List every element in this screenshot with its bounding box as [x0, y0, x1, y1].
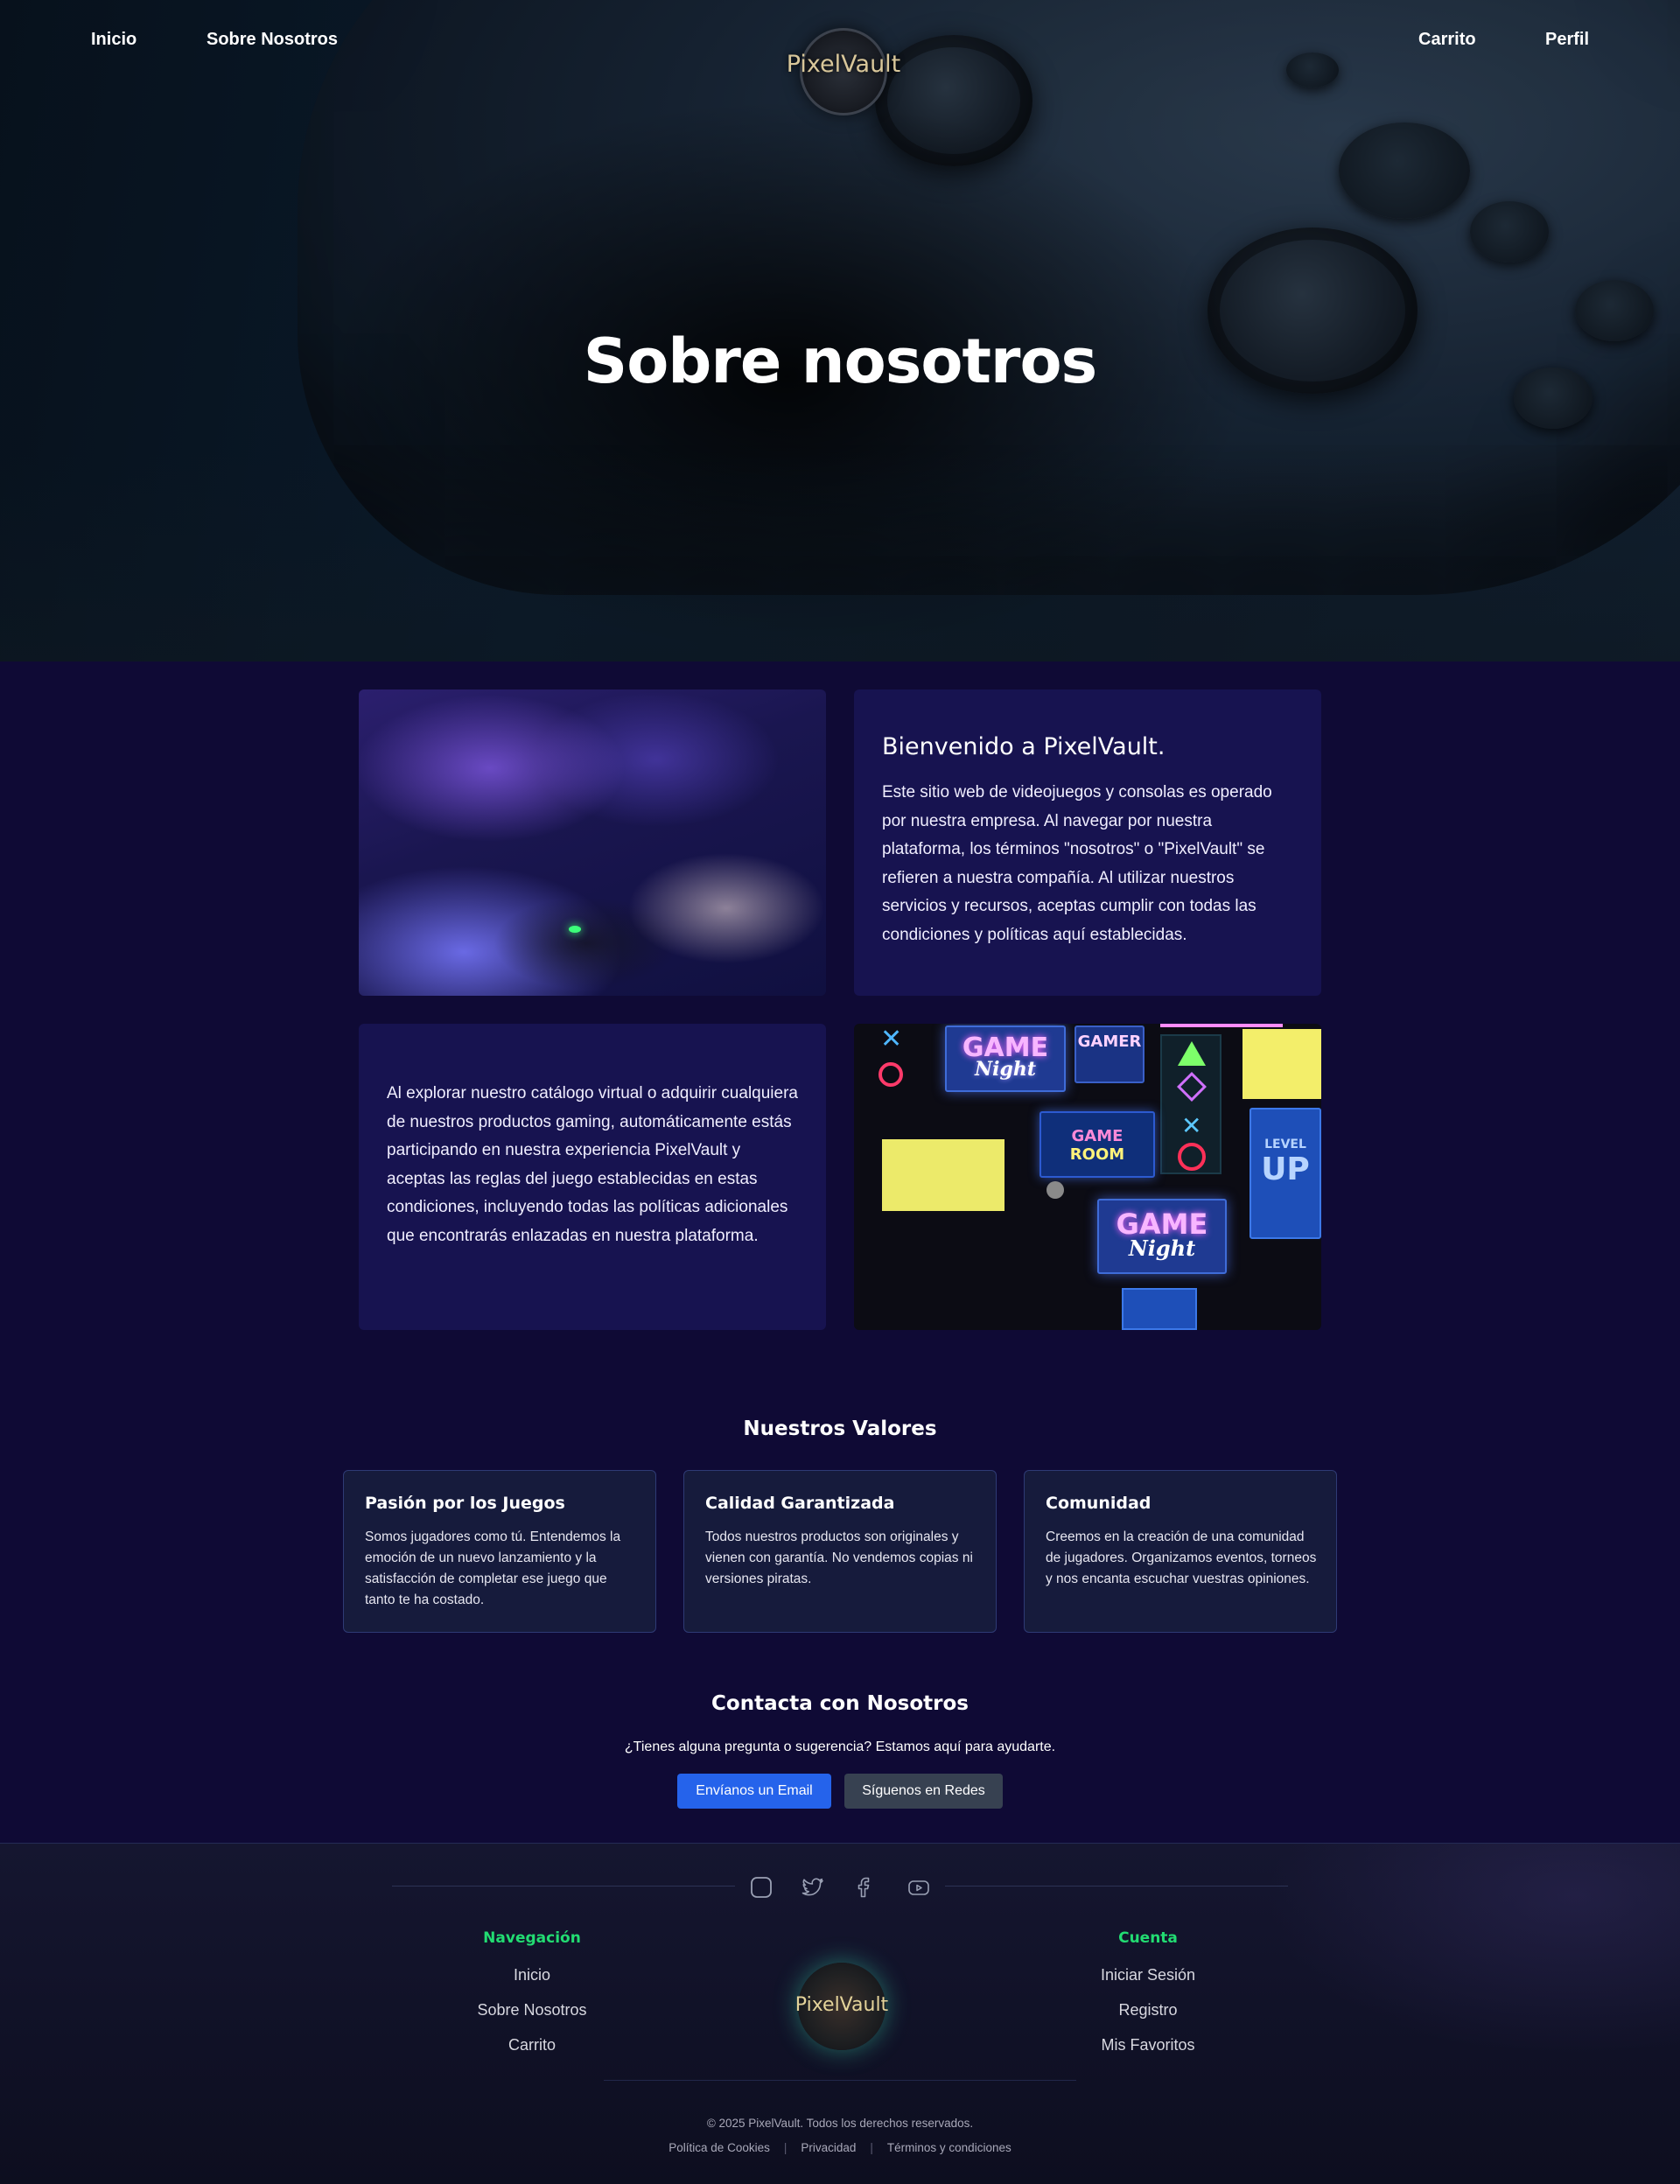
value-card-text: Somos jugadores como tú. Entendemos la e… [365, 1530, 621, 1607]
footer-link-favoritos[interactable]: Mis Favoritos [1017, 2036, 1279, 2054]
catalog-panel: Al explorar nuestro catálogo virtual o a… [359, 1024, 826, 1330]
welcome-text: Este sitio web de videojuegos y consolas… [882, 783, 1272, 944]
value-card-title: Comunidad [1046, 1494, 1152, 1513]
footer-logo[interactable]: PixelVault [788, 1952, 896, 2061]
nav-perfil[interactable]: Perfil [1545, 30, 1589, 50]
footer-link-carrito[interactable]: Carrito [401, 2036, 663, 2054]
hero-banner: Inicio Sobre Nosotros Carrito Perfil Pix… [0, 0, 1680, 662]
footer-link-registro[interactable]: Registro [1017, 2001, 1279, 2020]
neon-column: ✕ [1160, 1034, 1222, 1174]
footer-link-inicio[interactable]: Inicio [401, 1966, 663, 1984]
value-card-quality: Calidad Garantizada Todos nuestros produ… [683, 1470, 997, 1633]
logo-text: PixelVault [786, 51, 901, 78]
twitter-icon[interactable] [801, 1875, 825, 1900]
youtube-icon[interactable] [906, 1875, 931, 1900]
square-neon-icon [1177, 1072, 1207, 1102]
cookies-link[interactable]: Política de Cookies [668, 2141, 770, 2154]
value-card-title: Calidad Garantizada [705, 1494, 895, 1513]
circle-neon-icon [1178, 1143, 1206, 1171]
value-card-title: Pasión por los Juegos [365, 1494, 565, 1513]
nav-carrito[interactable]: Carrito [1418, 30, 1476, 50]
social-button[interactable]: Síguenos en Redes [844, 1774, 1003, 1809]
neon-sign: GAME Night [1097, 1199, 1227, 1274]
welcome-panel: Bienvenido a PixelVault. Este sitio web … [854, 690, 1321, 996]
footer-link-sobre-nosotros[interactable]: Sobre Nosotros [401, 2001, 663, 2020]
catalog-text: Al explorar nuestro catálogo virtual o a… [387, 1084, 798, 1245]
site-footer: Navegación Inicio Sobre Nosotros Carrito… [0, 1843, 1680, 2184]
neon-sign: GAMER [1074, 1026, 1144, 1083]
facebook-icon[interactable] [853, 1875, 878, 1900]
cross-neon-icon: ✕ [1181, 1111, 1202, 1140]
email-button[interactable]: Envíanos un Email [677, 1774, 831, 1809]
value-card-text: Creemos en la creación de una comunidad … [1046, 1530, 1317, 1586]
footer-account-title: Cuenta [1118, 1929, 1178, 1947]
neon-sign: GAME Night [945, 1026, 1066, 1092]
footer-link-iniciar-sesion[interactable]: Iniciar Sesión [1017, 1966, 1279, 1984]
yellow-panel [1242, 1029, 1321, 1099]
site-logo[interactable]: PixelVault [784, 24, 900, 119]
nav-inicio[interactable]: Inicio [91, 30, 136, 50]
divider [604, 2080, 1076, 2081]
page-title: Sobre nosotros [583, 326, 1097, 397]
contact-subtitle: ¿Tienes alguna pregunta o sugerencia? Es… [624, 1740, 1056, 1754]
nav-sobre-nosotros[interactable]: Sobre Nosotros [206, 30, 338, 50]
terms-link[interactable]: Términos y condiciones [887, 2141, 1012, 2154]
value-card-community: Comunidad Creemos en la creación de una … [1024, 1470, 1337, 1633]
instagram-icon[interactable] [749, 1875, 774, 1900]
privacy-link[interactable]: Privacidad [801, 2141, 856, 2154]
footer-nav-title: Navegación [483, 1929, 581, 1947]
neon-signs-photo: ✕ GAME Night GAMER ✕ GAME ROOM LEVEL UP … [854, 1024, 1321, 1330]
gamers-photo [359, 690, 826, 996]
values-title: Nuestros Valores [743, 1418, 937, 1440]
neon-sign: LEVEL UP [1250, 1108, 1321, 1239]
contact-title: Contacta con Nosotros [711, 1692, 969, 1715]
neon-sign: GAME ROOM [1040, 1111, 1155, 1178]
neon-sign [1122, 1288, 1197, 1330]
value-card-text: Todos nuestros productos son originales … [705, 1530, 973, 1586]
triangle-neon-icon [1178, 1041, 1206, 1066]
welcome-heading: Bienvenido a PixelVault. [882, 733, 1166, 760]
copyright-text: © 2025 PixelVault. Todos los derechos re… [706, 2117, 974, 2130]
cross-neon-icon: ✕ [880, 1024, 903, 1054]
value-card-passion: Pasión por los Juegos Somos jugadores co… [343, 1470, 656, 1633]
legal-links: Política de Cookies | Privacidad | Términos … [668, 2141, 1012, 2154]
yellow-panel [882, 1139, 1004, 1211]
circle-neon-icon [878, 1062, 903, 1087]
logo-text: PixelVault [794, 1994, 889, 2016]
